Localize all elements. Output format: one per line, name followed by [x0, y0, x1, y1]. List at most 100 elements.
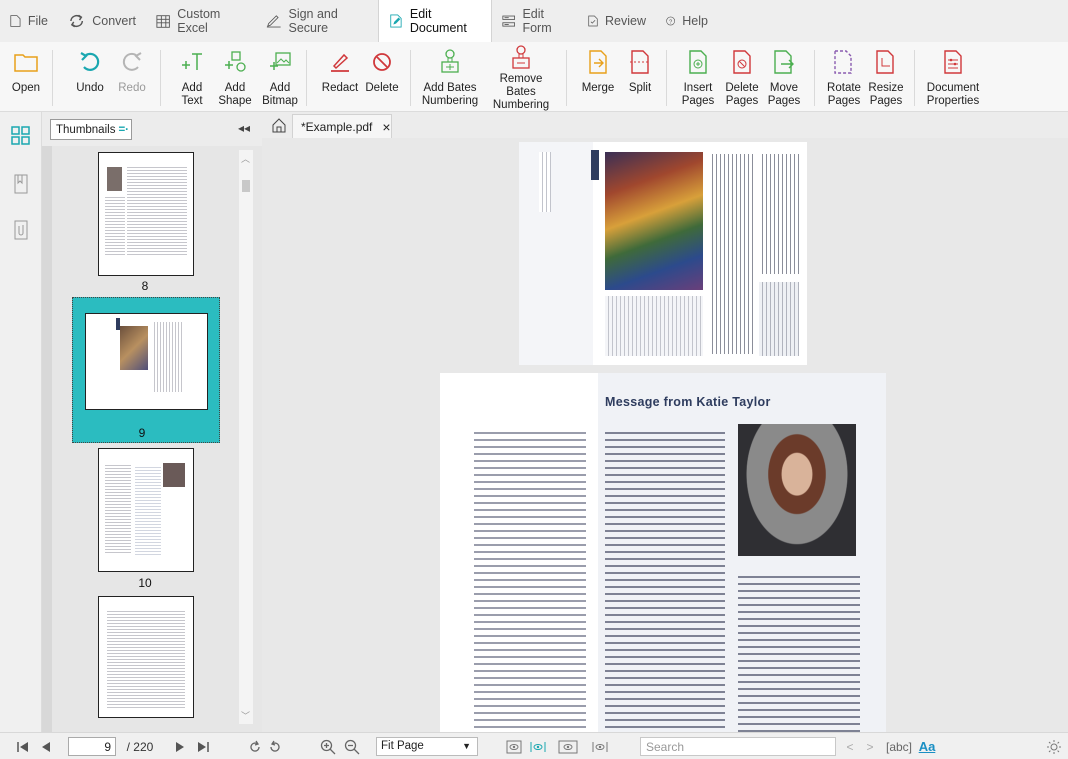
thumbnail-text: [127, 165, 187, 255]
ribbon-separator: [814, 50, 815, 106]
next-page-button[interactable]: [172, 733, 188, 759]
last-page-button[interactable]: [194, 733, 212, 759]
form-icon: [502, 15, 516, 27]
document-properties-icon: [944, 50, 962, 74]
add-bitmap-icon: [270, 52, 291, 70]
tab-file[interactable]: File: [0, 0, 58, 42]
zoom-in-button[interactable]: [318, 733, 338, 759]
scroll-down-icon[interactable]: ﹀: [241, 709, 250, 722]
page-text-column: [709, 154, 753, 354]
open-button[interactable]: Open: [8, 42, 44, 112]
search-previous-button[interactable]: <: [842, 733, 858, 759]
eye-page-icon: [506, 740, 522, 753]
tab-convert-label: Convert: [92, 14, 136, 28]
page-sidebar-band: [519, 142, 593, 365]
thumbnail-text: [135, 465, 161, 555]
folder-icon: [14, 54, 38, 72]
page-thumbnail[interactable]: [98, 152, 194, 276]
first-page-icon: [17, 741, 28, 752]
page-thumbnail[interactable]: [98, 596, 194, 718]
edit-document-icon: [390, 14, 402, 28]
split-button[interactable]: Split: [622, 42, 658, 112]
tab-review[interactable]: Review: [578, 0, 656, 42]
page-thumbnail[interactable]: [98, 448, 194, 572]
tab-convert[interactable]: Convert: [58, 0, 146, 42]
previous-page-icon: [42, 741, 50, 752]
home-tab[interactable]: [268, 115, 290, 135]
thumbnail-text: [105, 463, 131, 553]
add-text-icon: [182, 53, 202, 70]
insert-pages-icon: [689, 50, 707, 74]
document-tabs: *Example.pdf ×: [262, 112, 1068, 138]
add-bates-numbering-button[interactable]: Add Bates Numbering: [420, 42, 480, 112]
scroll-up-icon[interactable]: ︿: [241, 152, 250, 165]
view-single-button[interactable]: [504, 733, 524, 759]
tab-custom-excel[interactable]: Custom Excel: [146, 0, 256, 42]
tab-edit-document[interactable]: Edit Document: [378, 0, 492, 42]
tab-edit-document-label: Edit Document: [409, 7, 467, 35]
document-tab[interactable]: *Example.pdf ×: [292, 114, 392, 138]
redact-button[interactable]: Redact: [318, 42, 362, 112]
page-thumbnail-selected[interactable]: [85, 313, 208, 410]
thumbnails-header: Thumbnails =· ◂◂: [42, 112, 262, 146]
delete-button[interactable]: Delete: [362, 42, 402, 112]
view-cover-button[interactable]: [590, 733, 610, 759]
add-text-button[interactable]: Add Text: [174, 42, 210, 112]
resize-pages-button[interactable]: Resize Pages: [866, 42, 906, 112]
eye-facing-icon: [558, 740, 578, 753]
move-pages-button[interactable]: Move Pages: [764, 42, 804, 112]
undo-button[interactable]: Undo: [70, 42, 110, 112]
insert-pages-button[interactable]: Insert Pages: [678, 42, 718, 112]
tab-sign-and-secure[interactable]: Sign and Secure: [256, 0, 378, 42]
add-bitmap-button[interactable]: Add Bitmap: [260, 42, 300, 112]
options-icon: =·: [118, 123, 129, 136]
tab-edit-form[interactable]: Edit Form: [492, 0, 578, 42]
add-shape-button[interactable]: Add Shape: [216, 42, 254, 112]
view-continuous-button[interactable]: [528, 733, 548, 759]
view-facing-button[interactable]: [556, 733, 580, 759]
zoom-select[interactable]: Fit Page ▼: [376, 737, 478, 756]
bookmarks-panel-button[interactable]: [9, 172, 33, 196]
undo-icon: [80, 52, 100, 71]
scroll-thumb[interactable]: [242, 180, 250, 192]
thumbnails-panel-button[interactable]: [9, 124, 33, 148]
close-icon[interactable]: ×: [382, 119, 390, 135]
match-case-toggle[interactable]: Aa: [916, 733, 938, 759]
thumbnail-photo: [107, 167, 122, 191]
rotate-clockwise-button[interactable]: [246, 733, 264, 759]
total-pages-label: / 220: [126, 739, 154, 754]
thumbnails-dropdown[interactable]: Thumbnails =·: [50, 119, 132, 140]
remove-bates-numbering-button[interactable]: Remove Bates Numbering: [484, 42, 558, 112]
ribbon-separator: [160, 50, 161, 106]
pen-icon: [266, 15, 281, 28]
sun-icon[interactable]: [1044, 733, 1064, 759]
first-page-button[interactable]: [14, 733, 32, 759]
current-page-input[interactable]: 9: [68, 737, 116, 756]
thumbnails-scrollbar[interactable]: ︿ ﹀: [239, 150, 253, 724]
zoom-out-button[interactable]: [342, 733, 362, 759]
body-text-middle: [605, 427, 725, 732]
match-whole-word-toggle[interactable]: [abc]: [884, 733, 914, 759]
redo-button[interactable]: Redo: [112, 42, 152, 112]
thumbnails-dropdown-label: Thumbnails: [56, 123, 116, 136]
page-text-column: [759, 154, 799, 274]
thumbnail-text: [107, 609, 185, 709]
previous-page-button[interactable]: [38, 733, 54, 759]
delete-pages-button[interactable]: Delete Pages: [722, 42, 762, 112]
tab-review-label: Review: [605, 14, 646, 28]
merge-button[interactable]: Merge: [578, 42, 618, 112]
resize-pages-icon: [876, 50, 894, 74]
rotate-counterclockwise-button[interactable]: [266, 733, 284, 759]
next-page-icon: [176, 741, 184, 752]
document-properties-button[interactable]: Document Properties: [924, 42, 982, 112]
tab-help[interactable]: ? Help: [656, 0, 718, 42]
attachment-icon: [14, 220, 28, 240]
search-next-button[interactable]: >: [862, 733, 878, 759]
search-input[interactable]: Search: [640, 737, 836, 756]
help-icon: ?: [666, 16, 675, 26]
attachments-panel-button[interactable]: [9, 218, 33, 242]
collapse-panel-icon[interactable]: ◂◂: [238, 121, 250, 135]
page-accent-bar: [591, 150, 599, 180]
delete-pages-icon: [733, 50, 751, 74]
rotate-pages-button[interactable]: Rotate Pages: [824, 42, 864, 112]
